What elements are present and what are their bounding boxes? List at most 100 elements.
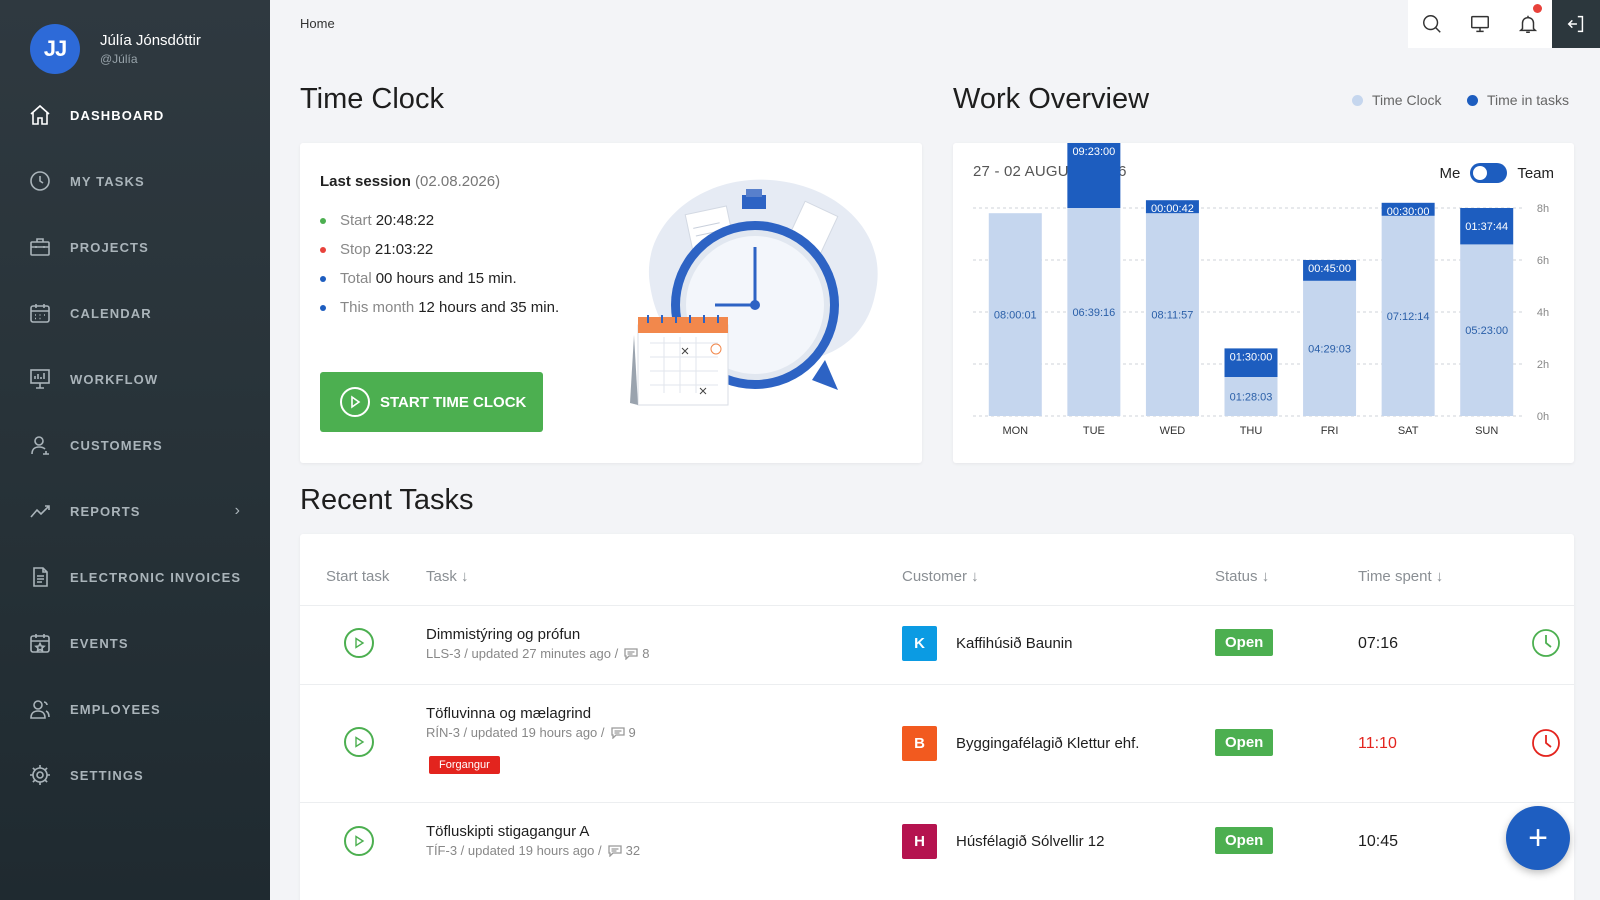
top-toolbar bbox=[1408, 0, 1600, 48]
sidebar-item-employees[interactable]: EMPLOYEES bbox=[0, 676, 270, 742]
sidebar-item-customers[interactable]: CUSTOMERS bbox=[0, 412, 270, 478]
customer-name[interactable]: Húsfélagið Sólvellir 12 bbox=[956, 833, 1104, 850]
month-value: 12 hours and 35 min. bbox=[418, 299, 560, 316]
start-time-clock-label: START TIME CLOCK bbox=[380, 393, 527, 411]
start-task-button[interactable] bbox=[344, 727, 374, 757]
task-title[interactable]: Dimmistýring og prófun bbox=[426, 626, 580, 643]
green-dot bbox=[320, 217, 326, 224]
add-button[interactable]: + bbox=[1506, 806, 1570, 870]
bar-data-label: 00:00:42 bbox=[1151, 203, 1194, 215]
sidebar-item-label: REPORTS bbox=[70, 503, 141, 519]
sidebar-item-label: CALENDAR bbox=[70, 305, 152, 321]
bar-data-label: 05:23:00 bbox=[1465, 325, 1508, 337]
bar-data-label: 09:23:00 bbox=[1072, 146, 1115, 158]
task-title[interactable]: Töfluskipti stigagangur A bbox=[426, 823, 589, 840]
x-tick-label: SAT bbox=[1398, 425, 1419, 437]
bar-data-label: 04:29:03 bbox=[1308, 343, 1351, 355]
bell-icon bbox=[1518, 15, 1538, 33]
comment-count: 8 bbox=[642, 646, 650, 661]
header-customer[interactable]: Customer ↓ bbox=[902, 568, 979, 585]
x-tick-label: MON bbox=[1002, 425, 1028, 437]
sidebar-item-calendar[interactable]: CALENDAR bbox=[0, 280, 270, 346]
customer-avatar: B bbox=[902, 726, 937, 761]
time-spent: 10:45 bbox=[1358, 833, 1399, 850]
start-time-clock-button[interactable]: START TIME CLOCK bbox=[320, 372, 543, 432]
session-details: Start 20:48:22 Stop 21:03:22 Total 00 hours… bbox=[320, 211, 559, 327]
header-task[interactable]: Task ↓ bbox=[426, 568, 469, 585]
sidebar-item-label: SETTINGS bbox=[70, 767, 144, 783]
comment-icon bbox=[610, 726, 625, 739]
bar-data-label: 00:45:00 bbox=[1308, 263, 1351, 275]
task-title[interactable]: Töfluvinna og mælagrind bbox=[426, 705, 591, 722]
sidebar-item-settings[interactable]: SETTINGS bbox=[0, 742, 270, 808]
sidebar-item-label: DASHBOARD bbox=[70, 107, 165, 123]
sidebar-item-label: ELECTRONIC INVOICES bbox=[70, 569, 242, 585]
last-session: Last session (02.08.2026) bbox=[320, 173, 500, 190]
comment-icon bbox=[624, 647, 638, 660]
start-value: 20:48:22 bbox=[375, 212, 435, 229]
sidebar-item-electronic-invoices[interactable]: ELECTRONIC INVOICES bbox=[0, 544, 270, 610]
display-button[interactable] bbox=[1456, 0, 1504, 48]
avatar[interactable]: JJ bbox=[30, 24, 80, 74]
breadcrumb[interactable]: Home bbox=[300, 16, 335, 31]
last-session-label: Last session bbox=[320, 173, 411, 190]
sidebar-item-my-tasks[interactable]: MY TASKS bbox=[0, 148, 270, 214]
comment-icon bbox=[607, 844, 622, 857]
comment-count: 9 bbox=[628, 725, 636, 740]
bar-data-label: 01:30:00 bbox=[1230, 351, 1273, 363]
monitor-icon bbox=[1471, 15, 1489, 33]
customer-name[interactable]: Byggingafélagið Klettur ehf. bbox=[956, 735, 1139, 752]
header-status[interactable]: Status ↓ bbox=[1215, 568, 1269, 585]
status-badge: Open bbox=[1215, 629, 1274, 656]
legend-time-clock-label: Time Clock bbox=[1372, 92, 1442, 108]
sidebar-item-dashboard[interactable]: DASHBOARD bbox=[0, 82, 270, 148]
clock-icon[interactable] bbox=[1531, 628, 1561, 658]
red-dot bbox=[320, 246, 326, 253]
y-tick-label: 4h bbox=[1537, 307, 1549, 319]
sidebar-item-reports[interactable]: REPORTS › bbox=[0, 478, 270, 544]
table-row[interactable]: Töfluskipti stigagangur A TÍF-3 / update… bbox=[300, 803, 1574, 881]
task-meta: LLS-3 / updated 27 minutes ago / 8 bbox=[426, 646, 649, 661]
legend-dot-dark bbox=[1467, 94, 1478, 106]
header-time-spent[interactable]: Time spent ↓ bbox=[1358, 568, 1443, 585]
table-row[interactable]: Töfluvinna og mælagrind RÍN-3 / updated … bbox=[300, 685, 1574, 802]
task-meta-text: LLS-3 / updated 27 minutes ago / bbox=[426, 646, 619, 661]
time-spent: 07:16 bbox=[1358, 635, 1399, 652]
recent-tasks-title: Recent Tasks bbox=[300, 484, 474, 516]
sidebar-item-events[interactable]: EVENTS bbox=[0, 610, 270, 676]
session-total: Total 00 hours and 15 min. bbox=[320, 269, 559, 288]
start-task-button[interactable] bbox=[344, 826, 374, 856]
logout-button[interactable] bbox=[1552, 0, 1600, 48]
notifications-button[interactable] bbox=[1504, 0, 1552, 48]
sidebar-item-label: EMPLOYEES bbox=[70, 701, 161, 717]
blue-dot bbox=[320, 304, 326, 311]
last-session-date: (02.08.2026) bbox=[415, 173, 501, 190]
legend-time-tasks: Time in tasks bbox=[1467, 92, 1569, 108]
priority-tag: Forgangur bbox=[429, 756, 500, 774]
status-badge: Open bbox=[1215, 729, 1274, 756]
sidebar-item-projects[interactable]: PROJECTS bbox=[0, 214, 270, 280]
table-row[interactable]: Dimmistýring og prófun LLS-3 / updated 2… bbox=[300, 606, 1574, 684]
calendar-star-icon bbox=[30, 634, 50, 653]
user-profile[interactable]: JJ Júlía Jónsdóttir @Júlía bbox=[30, 24, 201, 74]
sidebar-nav: DASHBOARD MY TASKS PROJECTS CALENDAR WOR… bbox=[0, 82, 270, 808]
stop-value: 21:03:22 bbox=[374, 241, 434, 258]
document-icon bbox=[33, 567, 48, 587]
status-badge: Open bbox=[1215, 827, 1274, 854]
sidebar: JJ Júlía Jónsdóttir @Júlía DASHBOARD MY … bbox=[0, 0, 270, 900]
search-button[interactable] bbox=[1408, 0, 1456, 48]
chart-line-icon bbox=[30, 505, 50, 518]
bar-data-label: 07:12:14 bbox=[1387, 311, 1430, 323]
play-icon bbox=[355, 736, 365, 748]
start-task-button[interactable] bbox=[344, 628, 374, 658]
chevron-right-icon[interactable]: › bbox=[235, 502, 240, 520]
clock-icon[interactable] bbox=[1531, 728, 1561, 758]
session-month: This month 12 hours and 35 min. bbox=[320, 298, 559, 317]
user-name: Júlía Jónsdóttir bbox=[100, 32, 201, 49]
clock-icon bbox=[30, 171, 50, 191]
gear-icon bbox=[30, 765, 50, 785]
sidebar-item-workflow[interactable]: WORKFLOW bbox=[0, 346, 270, 412]
session-stop: Stop 21:03:22 bbox=[320, 240, 559, 259]
comment-count: 32 bbox=[625, 843, 641, 858]
customer-name[interactable]: Kaffihúsið Baunin bbox=[956, 635, 1072, 652]
